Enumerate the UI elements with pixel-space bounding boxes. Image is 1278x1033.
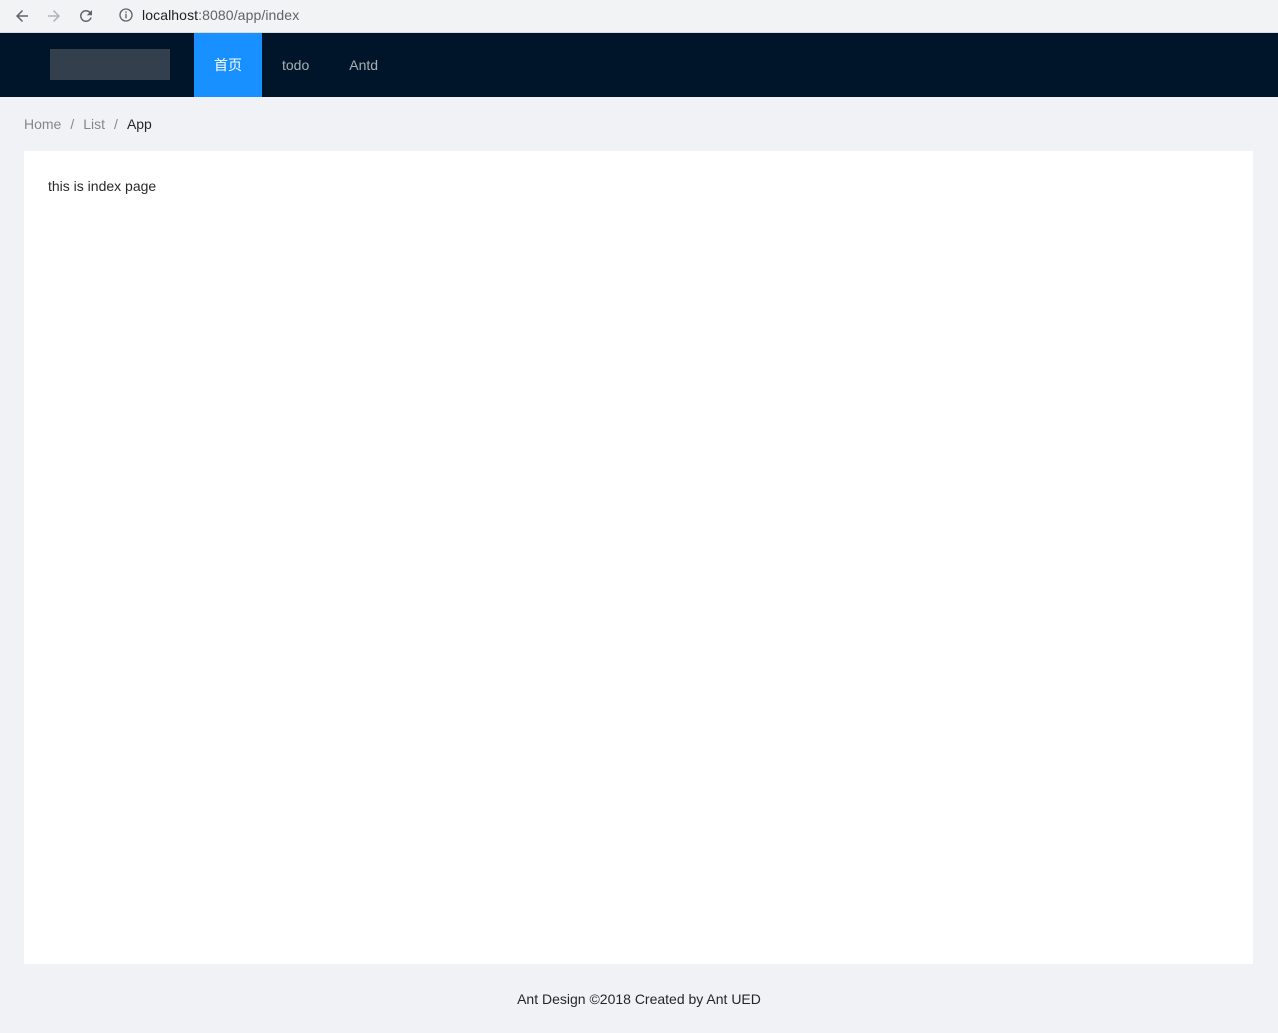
- menu-item-home[interactable]: 首页: [194, 33, 262, 97]
- info-icon[interactable]: [118, 7, 134, 23]
- breadcrumb-separator: /: [114, 116, 118, 132]
- arrow-left-icon: [16, 10, 28, 22]
- breadcrumb: Home / List / App: [24, 113, 152, 135]
- menu-item-antd[interactable]: Antd: [329, 33, 398, 97]
- forward-button[interactable]: [42, 4, 66, 28]
- arrow-right-icon: [48, 10, 60, 22]
- footer: Ant Design ©2018 Created by Ant UED: [517, 991, 761, 1007]
- top-menu: 首页 todo Antd: [194, 33, 398, 97]
- url-host: localhost: [142, 7, 199, 23]
- menu-item-todo[interactable]: todo: [262, 33, 329, 97]
- reload-button[interactable]: [74, 4, 98, 28]
- breadcrumb-list[interactable]: List: [83, 116, 105, 132]
- breadcrumb-app: App: [126, 116, 152, 132]
- content-text: this is index page: [48, 178, 157, 194]
- logo: [50, 49, 170, 80]
- reload-icon: [79, 9, 92, 22]
- url-path: :8080/app/index: [198, 7, 300, 23]
- content-panel: this is index page: [24, 151, 1253, 964]
- browser-toolbar: localhost:8080/app/index: [0, 0, 1278, 33]
- address-bar[interactable]: localhost:8080/app/index: [108, 2, 1268, 28]
- url-text: localhost:8080/app/index: [142, 7, 299, 23]
- breadcrumb-home[interactable]: Home: [24, 116, 61, 132]
- breadcrumb-separator: /: [70, 116, 75, 132]
- app-header: 首页 todo Antd: [0, 33, 1278, 97]
- back-button[interactable]: [10, 4, 34, 28]
